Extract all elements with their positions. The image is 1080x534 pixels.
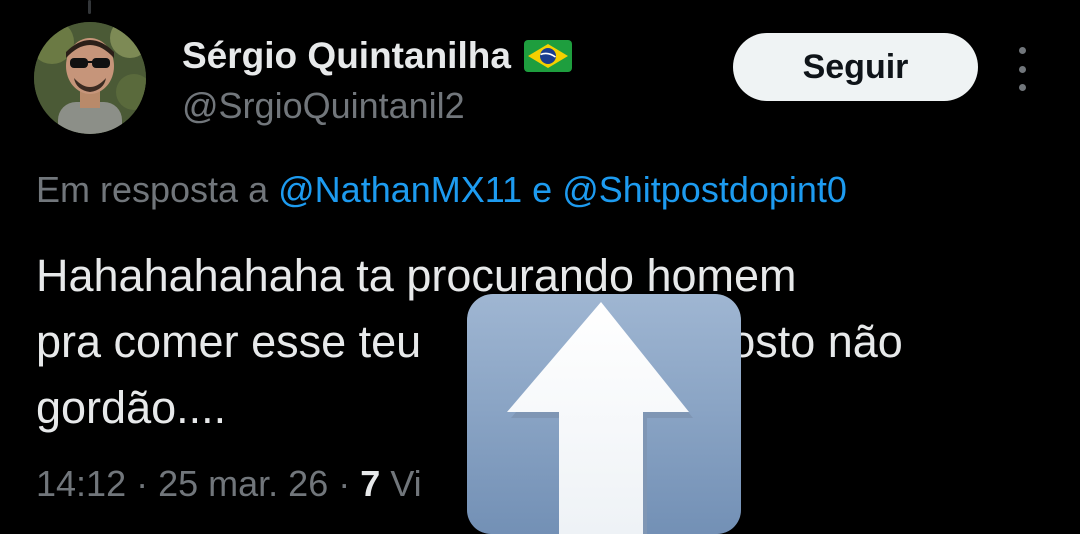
avatar[interactable] — [34, 22, 146, 134]
views-label: Vi — [390, 463, 422, 504]
meta-separator: · — [338, 463, 351, 504]
reply-context: Em resposta a @NathanMX11 e @Shitpostdop… — [36, 166, 847, 214]
author-display-name[interactable]: Sérgio Quintanilha — [182, 34, 573, 78]
up-arrow-emoji-icon — [467, 294, 741, 534]
tweet-text-line-2-start: pra comer esse teu — [36, 316, 422, 367]
brazil-flag-icon — [523, 38, 573, 74]
author-handle[interactable]: @SrgioQuintanil2 — [182, 84, 465, 128]
views-count: 7 — [360, 463, 381, 504]
tweet-meta: 14:12 · 25 mar. 26 · 7 Vi — [36, 458, 422, 510]
more-vertical-icon[interactable] — [1010, 47, 1034, 91]
tweet-date[interactable]: 25 mar. 26 — [158, 463, 328, 504]
tweet-time[interactable]: 14:12 — [36, 463, 126, 504]
reply-prefix: Em resposta a — [36, 169, 269, 210]
mention-link-1[interactable]: @NathanMX11 — [278, 169, 522, 210]
author-name-text[interactable]: Sérgio Quintanilha — [182, 34, 511, 78]
thread-connector-line — [88, 0, 91, 14]
reply-joiner: e — [532, 169, 553, 210]
mention-link-2[interactable]: @Shitpostdopint0 — [562, 169, 847, 210]
follow-button[interactable]: Seguir — [733, 33, 978, 101]
meta-separator: · — [136, 463, 149, 504]
